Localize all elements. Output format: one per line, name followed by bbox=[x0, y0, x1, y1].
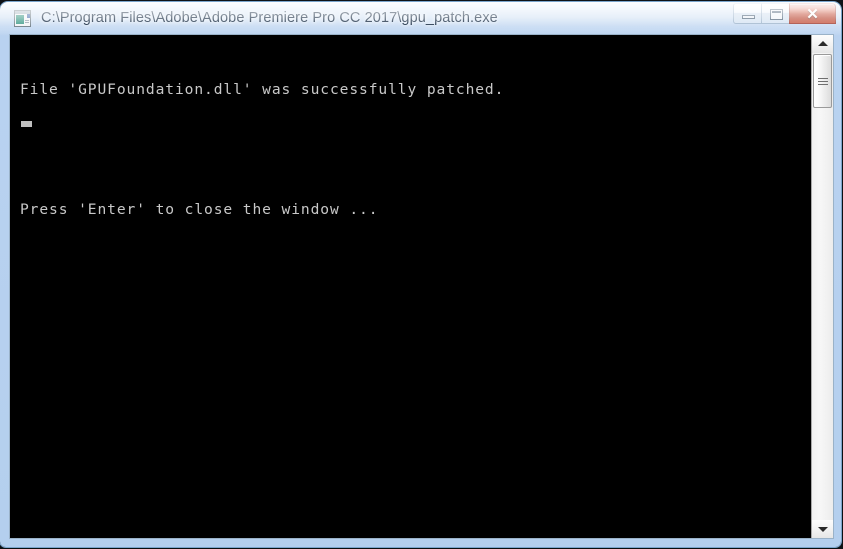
console-output[interactable]: File 'GPUFoundation.dll' was successfull… bbox=[10, 35, 811, 538]
console-cursor bbox=[21, 121, 32, 127]
window-controls: ✕ bbox=[733, 3, 836, 27]
scroll-thumb[interactable] bbox=[813, 54, 832, 108]
window-title: C:\Program Files\Adobe\Adobe Premiere Pr… bbox=[41, 10, 498, 26]
window-titlebar[interactable]: C:\Program Files\Adobe\Adobe Premiere Pr… bbox=[0, 2, 841, 34]
vertical-scrollbar[interactable] bbox=[811, 35, 833, 538]
scroll-down-arrow-icon[interactable] bbox=[812, 520, 833, 538]
maximize-icon bbox=[770, 9, 783, 20]
console-window: C:\Program Files\Adobe\Adobe Premiere Pr… bbox=[0, 2, 841, 547]
console-line: Press 'Enter' to close the window ... bbox=[20, 201, 379, 218]
close-button[interactable]: ✕ bbox=[789, 3, 836, 24]
close-icon: ✕ bbox=[806, 6, 819, 23]
maximize-button[interactable] bbox=[761, 3, 790, 24]
console-window-icon bbox=[14, 9, 31, 27]
scroll-up-arrow-icon[interactable] bbox=[812, 35, 833, 53]
window-client-area: File 'GPUFoundation.dll' was successfull… bbox=[9, 34, 834, 539]
minimize-button[interactable] bbox=[733, 3, 762, 24]
minimize-icon bbox=[742, 15, 755, 19]
console-line: File 'GPUFoundation.dll' was successfull… bbox=[20, 81, 505, 98]
